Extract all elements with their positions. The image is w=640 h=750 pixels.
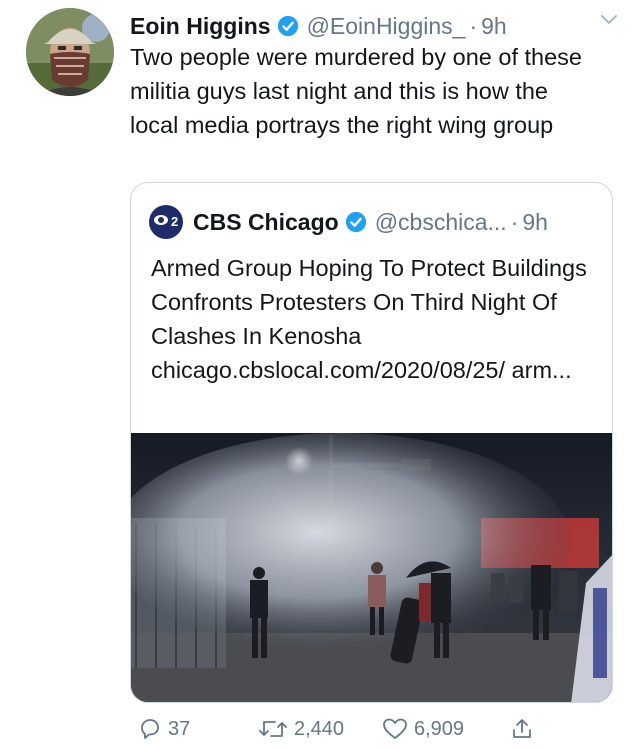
- reply-icon: [141, 719, 159, 739]
- verified-badge-icon: [277, 15, 298, 37]
- quote-photo[interactable]: [131, 433, 613, 703]
- quoted-tweet-card[interactable]: 2 CBS Chicago @cbschica... · 9h Armed Gr…: [130, 182, 613, 703]
- share-button[interactable]: [510, 712, 540, 746]
- share-icon: [513, 719, 531, 738]
- quote-text: Armed Group Hoping To Protect Buildings …: [151, 255, 587, 383]
- retweet-count: 2,440: [294, 717, 345, 740]
- reply-count: 37: [168, 717, 191, 740]
- author-avatar[interactable]: [26, 8, 114, 96]
- quote-header: 2 CBS Chicago @cbschica... · 9h: [149, 205, 599, 239]
- like-icon: [383, 718, 407, 739]
- tweet[interactable]: Eoin Higgins @EoinHiggins_ · 9h Two peop…: [0, 0, 640, 750]
- tweet-header: Eoin Higgins @EoinHiggins_ · 9h: [130, 10, 620, 42]
- quote-author-name[interactable]: CBS Chicago: [193, 209, 339, 236]
- verified-badge-icon: [345, 211, 366, 233]
- tweet-timestamp[interactable]: 9h: [481, 13, 507, 40]
- author-name[interactable]: Eoin Higgins: [130, 13, 271, 40]
- separator-dot: ·: [469, 12, 478, 39]
- tweet-actions: 37 2,440 6,909: [130, 712, 620, 746]
- tweet-text: Two people were murdered by one of these…: [130, 44, 582, 138]
- separator-dot: ·: [510, 208, 519, 235]
- reply-button[interactable]: 37: [138, 712, 190, 746]
- caret-down-icon[interactable]: [600, 14, 618, 26]
- retweet-icon: [259, 721, 287, 737]
- quote-timestamp[interactable]: 9h: [522, 209, 548, 236]
- author-handle[interactable]: @EoinHiggins_: [307, 13, 466, 40]
- cbs-logo-icon[interactable]: 2: [149, 205, 183, 239]
- retweet-button[interactable]: 2,440: [258, 712, 344, 746]
- quote-author-handle[interactable]: @cbschica...: [375, 209, 507, 236]
- like-button[interactable]: 6,909: [382, 712, 464, 746]
- cbs-logo-text: 2: [171, 214, 178, 229]
- like-count: 6,909: [414, 717, 465, 740]
